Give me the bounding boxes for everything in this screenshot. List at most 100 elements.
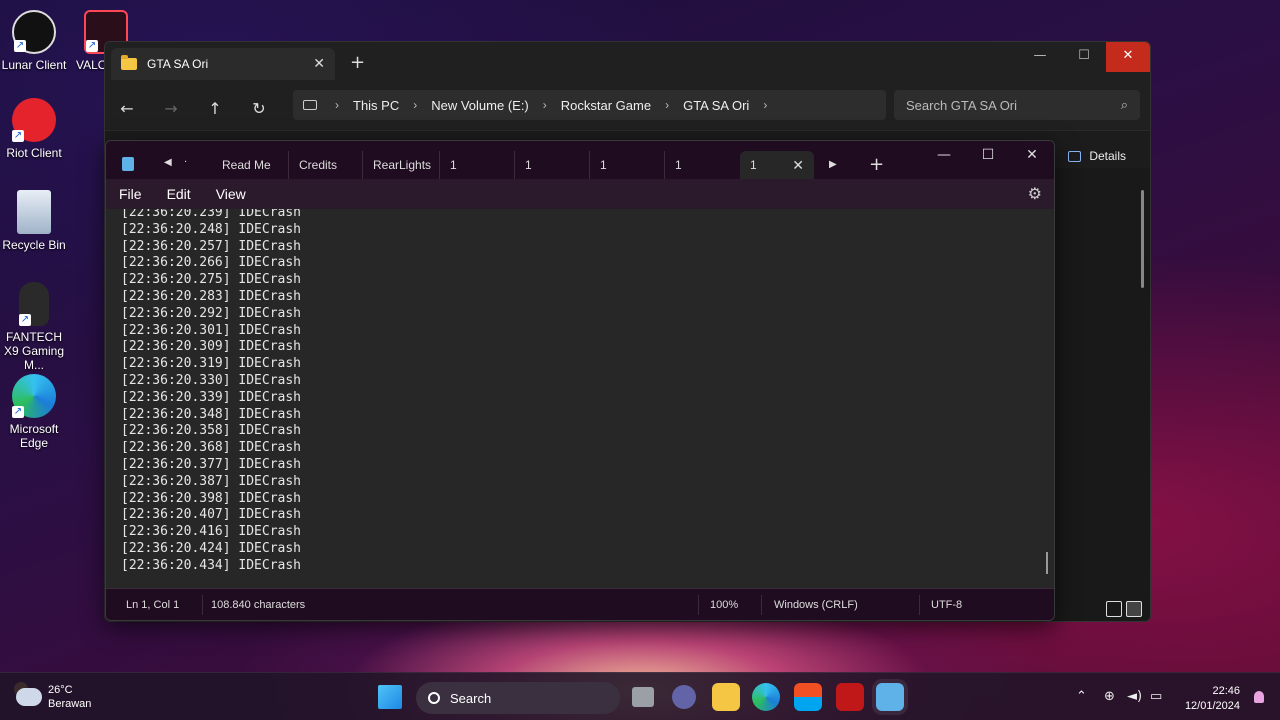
status-divider: [761, 595, 762, 615]
close-tab-icon[interactable]: ✕: [313, 56, 325, 72]
editor-line: [22:36:20.416] IDECrash: [121, 524, 302, 540]
chevron-right-icon[interactable]: ›: [335, 98, 339, 112]
breadcrumb-new-volume[interactable]: New Volume (E:): [431, 98, 529, 113]
desktop-icon-recycle-bin[interactable]: Recycle Bin: [0, 190, 68, 252]
tab-read-me[interactable]: Read Me: [212, 151, 271, 179]
minimize-icon[interactable]: —: [922, 141, 966, 171]
status-zoom[interactable]: 100%: [710, 599, 738, 611]
lunar-client-icon: ↗: [12, 10, 56, 54]
forward-arrow-icon[interactable]: →: [149, 99, 193, 118]
desktop-icon-riot-client[interactable]: ↗ Riot Client: [0, 98, 68, 160]
menu-view[interactable]: View: [216, 186, 246, 202]
editor-line: [22:36:20.387] IDECrash: [121, 473, 302, 489]
menu-edit[interactable]: Edit: [167, 186, 191, 202]
menu-file[interactable]: File: [119, 186, 142, 202]
editor-line: [22:36:20.301] IDECrash: [121, 322, 302, 338]
status-encoding: UTF-8: [931, 599, 963, 611]
file-explorer-taskbar-icon[interactable]: [712, 683, 740, 711]
shortcut-arrow-icon: ↗: [12, 130, 24, 142]
editor-line: [22:36:20.339] IDECrash: [121, 389, 302, 405]
chevron-right-icon[interactable]: ›: [543, 98, 547, 112]
new-tab-icon[interactable]: +: [869, 154, 884, 175]
taskbar: 26°C Berawan Search ⌃ ⊕ ◄) ▭ 22:46 12/01…: [0, 672, 1280, 720]
notepad-taskbar-icon[interactable]: [876, 683, 904, 711]
tiles-view-icon[interactable]: [1126, 601, 1142, 617]
show-hidden-icons-chevron[interactable]: ⌃: [1076, 689, 1087, 704]
volume-icon[interactable]: ◄): [1127, 689, 1142, 704]
status-divider: [919, 595, 920, 615]
desktop-icon-label: Microsoft Edge: [9, 422, 59, 450]
taskbar-search-label: Search: [450, 690, 492, 706]
clock-time: 22:46: [1212, 685, 1240, 697]
maximize-icon[interactable]: ☐: [1062, 42, 1106, 72]
close-tab-icon[interactable]: ✕: [792, 151, 804, 179]
tab-1[interactable]: 1: [514, 151, 532, 179]
desktop-icon-fantech[interactable]: ↗ FANTECH X9 Gaming M...: [0, 282, 68, 372]
battery-icon[interactable]: ▭: [1150, 689, 1162, 704]
status-cursor-position: Ln 1, Col 1: [126, 599, 180, 611]
desktop-icon-label: Riot Client: [6, 146, 62, 160]
details-view-icon[interactable]: [1106, 601, 1122, 617]
desktop-icon-label: Recycle Bin: [2, 238, 66, 252]
mcafee-icon[interactable]: [836, 683, 864, 711]
details-button[interactable]: Details: [1068, 149, 1126, 163]
microsoft-store-icon[interactable]: [794, 683, 822, 711]
chevron-right-icon[interactable]: ›: [413, 98, 417, 112]
breadcrumb-rockstar-game[interactable]: Rockstar Game: [561, 98, 651, 113]
maximize-icon[interactable]: ☐: [966, 141, 1010, 171]
riot-client-icon: ↗: [12, 98, 56, 142]
explorer-window-controls: — ☐ ✕: [1018, 42, 1150, 72]
chevron-right-icon[interactable]: ›: [665, 98, 669, 112]
explorer-tab-title: GTA SA Ori: [147, 57, 209, 71]
new-tab-icon[interactable]: +: [350, 52, 365, 73]
tab-credits[interactable]: Credits: [288, 151, 337, 179]
desktop-icon-lunar-client[interactable]: ↗ Lunar Client: [0, 10, 68, 72]
desktop-icon-edge[interactable]: ↗ Microsoft Edge: [0, 374, 68, 450]
shortcut-arrow-icon: ↗: [19, 314, 31, 326]
tab-1[interactable]: 1: [664, 151, 682, 179]
tab-1[interactable]: 1: [589, 151, 607, 179]
text-editor[interactable]: [22:36:20.239] IDECrash [22:36:20.248] ID…: [106, 209, 1054, 590]
up-arrow-icon[interactable]: ↑: [193, 99, 237, 118]
tab-1[interactable]: 1: [439, 151, 457, 179]
back-arrow-icon[interactable]: ←: [105, 99, 149, 118]
teams-chat-icon[interactable]: [672, 685, 696, 709]
weather-widget[interactable]: 26°C Berawan: [14, 682, 91, 711]
tab-scroll-right-icon[interactable]: ▶: [829, 159, 837, 170]
address-bar[interactable]: › This PC › New Volume (E:) › Rockstar G…: [293, 90, 886, 120]
explorer-tab[interactable]: GTA SA Ori ✕: [111, 48, 335, 80]
refresh-icon[interactable]: ↻: [237, 99, 281, 118]
chevron-right-icon[interactable]: ›: [763, 98, 767, 112]
clock-date: 12/01/2024: [1184, 700, 1240, 712]
network-globe-icon[interactable]: ⊕: [1104, 689, 1115, 704]
notepad-window: ◀ · Read Me Credits RearLights 1 1 1 1 1…: [105, 140, 1055, 621]
edge-icon: ↗: [12, 374, 56, 418]
shortcut-arrow-icon: ↗: [86, 40, 98, 52]
editor-line: [22:36:20.309] IDECrash: [121, 339, 302, 355]
explorer-search-input[interactable]: Search GTA SA Ori ⌕: [894, 90, 1140, 120]
taskbar-search[interactable]: Search: [416, 682, 620, 714]
tab-overflow-dot: ·: [184, 157, 188, 168]
editor-line: [22:36:20.248] IDECrash: [121, 221, 302, 237]
gear-icon[interactable]: ⚙: [1028, 184, 1042, 204]
start-windows-icon[interactable]: [378, 685, 402, 709]
minimize-icon[interactable]: —: [1018, 42, 1062, 72]
breadcrumb-this-pc[interactable]: This PC: [353, 98, 399, 113]
editor-line: [22:36:20.330] IDECrash: [121, 372, 302, 388]
editor-scrollbar[interactable]: [1046, 552, 1048, 574]
clock[interactable]: 22:46 12/01/2024: [1185, 684, 1240, 714]
this-pc-icon: [303, 100, 317, 110]
task-view-icon[interactable]: [632, 687, 654, 707]
edge-taskbar-icon[interactable]: [752, 683, 780, 711]
breadcrumb-gta-sa-ori[interactable]: GTA SA Ori: [683, 98, 749, 113]
close-window-icon[interactable]: ✕: [1010, 141, 1054, 171]
editor-line: [22:36:20.398] IDECrash: [121, 490, 302, 506]
explorer-scrollbar[interactable]: [1141, 190, 1144, 288]
tab-1-active[interactable]: 1 ✕: [740, 151, 814, 179]
folder-icon: [121, 55, 137, 70]
tab-rearlights[interactable]: RearLights: [362, 151, 431, 179]
editor-line: [22:36:20.239] IDECrash: [121, 209, 302, 220]
notification-bell-icon[interactable]: [1254, 691, 1264, 703]
close-window-icon[interactable]: ✕: [1106, 42, 1150, 72]
tab-scroll-left-icon[interactable]: ◀: [164, 157, 172, 168]
